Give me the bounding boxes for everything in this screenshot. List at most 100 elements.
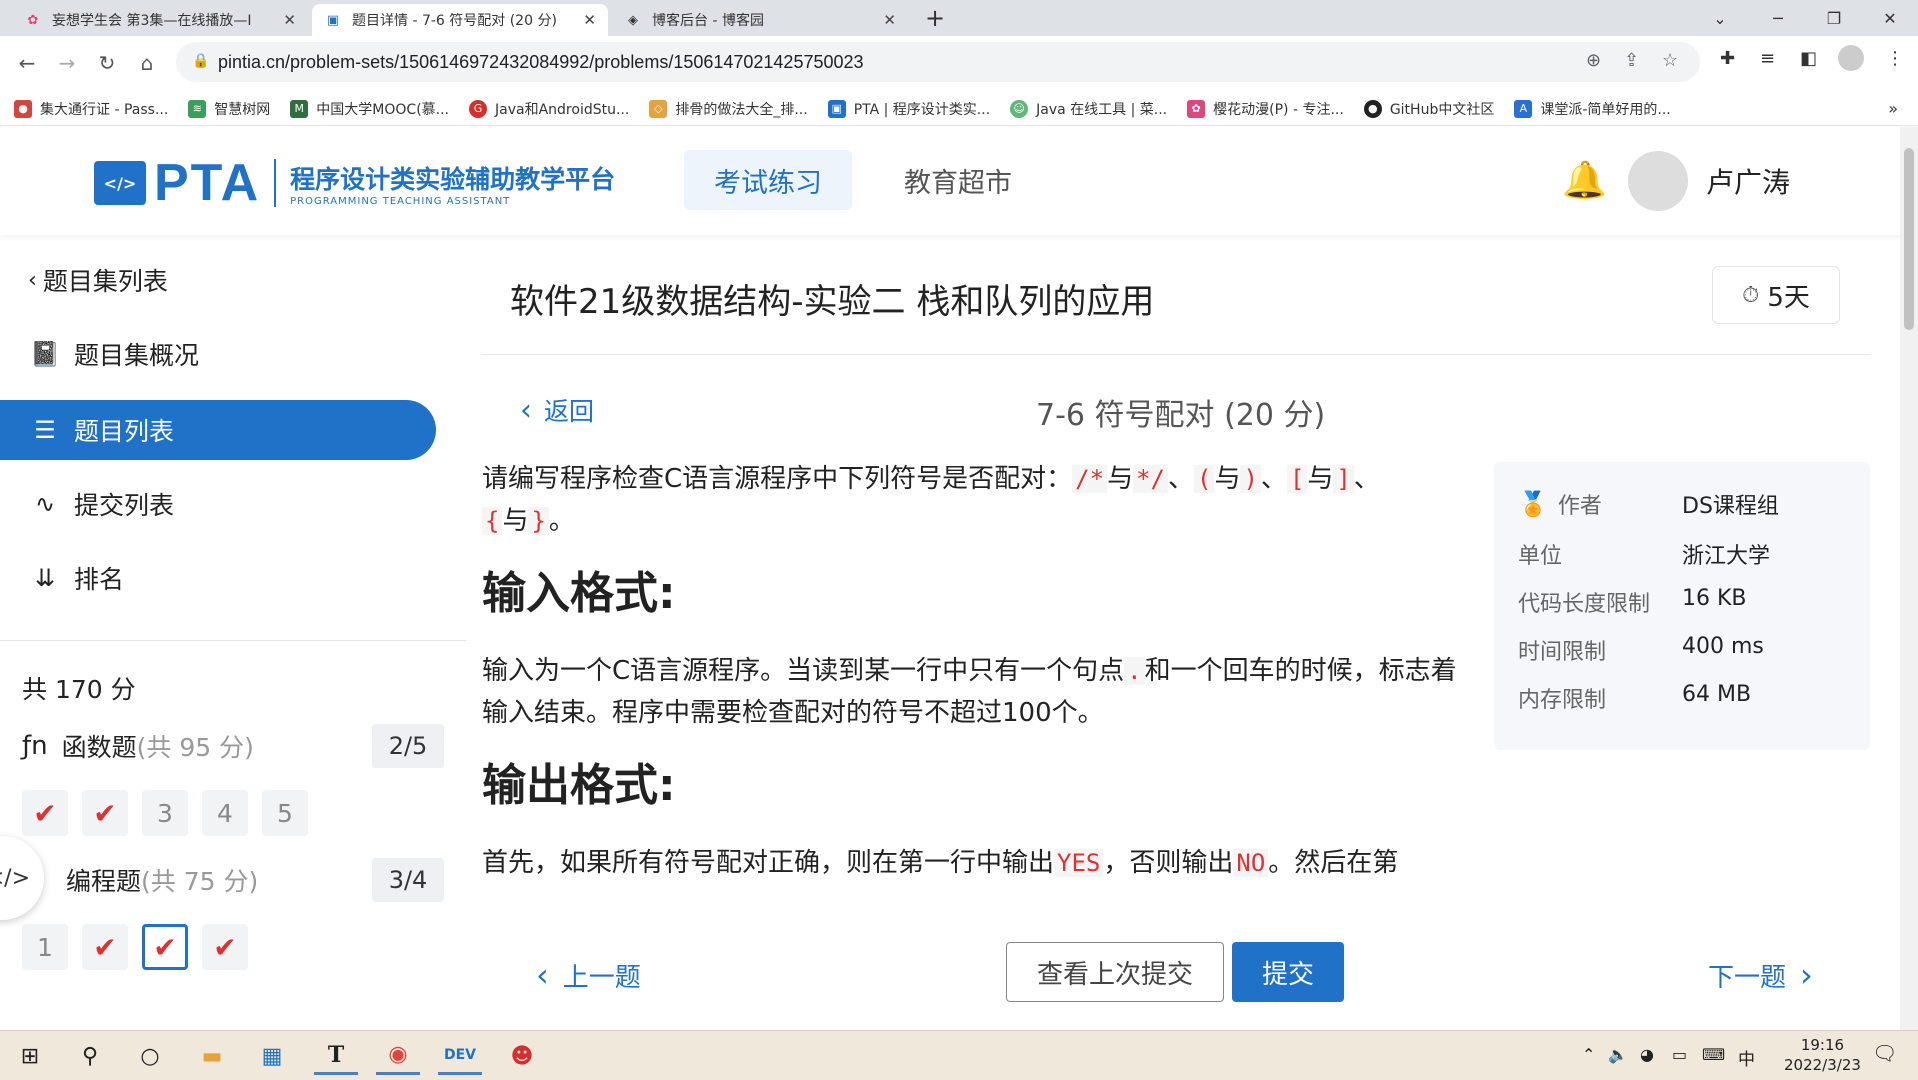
task-view-icon[interactable]: ○: [128, 1037, 172, 1075]
extensions-icon[interactable]: ✚: [1720, 48, 1735, 69]
side-panel-icon[interactable]: ◧: [1800, 48, 1817, 69]
info-label: 代码长度限制: [1518, 592, 1651, 617]
bookmark[interactable]: ≋ 智慧树网: [188, 99, 270, 119]
devcpp-icon[interactable]: DEV: [438, 1037, 482, 1075]
logo-divider: [274, 159, 277, 207]
home-icon[interactable]: ⌂: [130, 46, 164, 80]
browser-tab[interactable]: ✿ 妄想学生会 第3集—在线播放—I ✕: [12, 4, 308, 36]
url-text: pintia.cn/problem-sets/15061469724320849…: [218, 51, 864, 72]
address-bar[interactable]: 🔒 pintia.cn/problem-sets/150614697243208…: [176, 42, 1700, 82]
code-inline: NO: [1233, 849, 1269, 877]
submit-button[interactable]: 提交: [1232, 942, 1344, 1002]
question-cell[interactable]: ✔: [202, 924, 248, 970]
question-cell[interactable]: 4: [202, 790, 248, 836]
search-icon[interactable]: ⚲: [68, 1037, 112, 1075]
bookmark[interactable]: ▣ PTA | 程序设计类实...: [827, 99, 991, 119]
group-label: 函数题: [61, 733, 137, 762]
keyboard-icon[interactable]: ⌨: [1702, 1045, 1725, 1064]
star-icon[interactable]: ☆: [1662, 50, 1678, 71]
ime-indicator[interactable]: 中: [1738, 1045, 1755, 1070]
tab-search-icon[interactable]: ⌄: [1692, 0, 1748, 36]
sidebar-item-submissions[interactable]: ∿ 提交列表: [0, 474, 436, 534]
question-cell[interactable]: ✔: [82, 790, 128, 836]
windows-start-icon[interactable]: ⊞: [8, 1037, 52, 1075]
zoom-icon[interactable]: ⊕: [1586, 50, 1601, 71]
app-icon[interactable]: ☻: [500, 1037, 544, 1075]
system-clock[interactable]: 19:16 2022/3/23: [1784, 1035, 1861, 1075]
output-text: ，否则输出: [1103, 848, 1234, 878]
info-value: 64 MB: [1682, 682, 1752, 707]
question-cell[interactable]: 5: [262, 790, 308, 836]
sidebar-item-ranking[interactable]: ⇊ 排名: [0, 548, 436, 608]
question-cell-current[interactable]: ✔: [142, 924, 188, 970]
browser-tab-active[interactable]: ▣ 题目详情 - 7-6 符号配对 (20 分) ✕: [312, 4, 608, 36]
bookmark[interactable]: ● GitHub中文社区: [1363, 99, 1495, 119]
close-icon[interactable]: ✕: [283, 11, 296, 29]
calculator-icon[interactable]: ▦: [250, 1037, 294, 1075]
bookmarks-more[interactable]: »: [1888, 99, 1898, 118]
volume-icon[interactable]: 🔈: [1608, 1045, 1628, 1064]
next-problem-button[interactable]: 下一题 ›: [1708, 956, 1813, 994]
chevron-right-icon: ›: [1800, 956, 1813, 994]
bell-icon[interactable]: 🔔: [1562, 159, 1607, 201]
qq-icon[interactable]: ◕: [1640, 1045, 1654, 1064]
typora-icon[interactable]: T: [314, 1037, 358, 1075]
close-icon[interactable]: ✕: [583, 11, 596, 29]
new-tab-button[interactable]: +: [910, 0, 960, 36]
bookmark[interactable]: ◇ 排骨的做法大全_排...: [649, 99, 808, 119]
profile-icon[interactable]: [1838, 45, 1864, 71]
nav-edu-market[interactable]: 教育超市: [874, 150, 1042, 210]
function-icon: ƒn: [22, 731, 48, 761]
media-icon[interactable]: ≡: [1760, 48, 1775, 69]
bookmark[interactable]: A 课堂派-简单好用的...: [1514, 99, 1671, 119]
back-arrow-icon[interactable]: ←: [10, 46, 44, 80]
bookmark-label: PTA | 程序设计类实...: [853, 101, 991, 118]
browser-tab[interactable]: ◈ 博客后台 - 博客园 ✕: [612, 4, 908, 36]
question-cell[interactable]: ✔: [22, 790, 68, 836]
file-explorer-icon[interactable]: ▬: [190, 1037, 234, 1075]
bookmark-icon: ≋: [188, 99, 207, 118]
bookmark-label: GitHub中文社区: [1389, 101, 1495, 118]
bookmark[interactable]: M 中国大学MOOC(慕...: [290, 99, 449, 119]
scrollbar-thumb[interactable]: [1904, 148, 1914, 330]
question-cell[interactable]: 1: [22, 924, 68, 970]
nav-exam-practice[interactable]: 考试练习: [684, 150, 852, 210]
user-name[interactable]: 卢广涛: [1706, 161, 1790, 201]
prev-problem-button[interactable]: ‹ 上一题: [536, 956, 641, 994]
chrome-icon[interactable]: ◉: [376, 1037, 420, 1075]
sidebar-item-problem-list[interactable]: ☰ 题目列表: [0, 400, 436, 460]
minimize-icon[interactable]: ─: [1750, 0, 1806, 36]
reload-icon[interactable]: ↻: [90, 46, 124, 80]
code-inline: */: [1133, 465, 1168, 493]
output-paragraph: 首先，如果所有符号配对正确，则在第一行中输出 YES ，否则输出 NO 。然后在第: [482, 842, 1458, 884]
github-icon: ●: [1363, 99, 1382, 118]
bookmark[interactable]: G Java和AndroidStu...: [469, 99, 629, 119]
group-progress: 3/4: [372, 858, 444, 902]
notification-icon[interactable]: 🗨: [1872, 1041, 1897, 1065]
question-cell[interactable]: 3: [142, 790, 188, 836]
info-value: 浙江大学: [1682, 544, 1771, 569]
tray-chevron-icon[interactable]: ⌃: [1582, 1045, 1595, 1064]
bookmark[interactable]: ● 集大通行证 - Pass...: [14, 99, 168, 119]
input-paragraph: 输入为一个C语言源程序。当读到某一行中只有一个句点. 和一个回车的时候，标志着输入…: [482, 650, 1458, 734]
avatar[interactable]: [1628, 151, 1688, 211]
window-close-icon[interactable]: ✕: [1862, 0, 1918, 36]
close-icon[interactable]: ✕: [883, 11, 896, 29]
bookmark[interactable]: ☺ Java 在线工具 | 菜...: [1010, 99, 1167, 119]
sidebar-back-link[interactable]: ‹ 题目集列表: [28, 262, 168, 298]
sidebar-item-overview[interactable]: 📓 题目集概况: [0, 324, 436, 384]
last-submission-button[interactable]: 查看上次提交: [1006, 942, 1224, 1002]
menu-icon[interactable]: ⋮: [1886, 48, 1904, 69]
pta-logo[interactable]: </> PTA 程序设计类实验辅助教学平台 PROGRAMMING TEACHI…: [94, 153, 615, 213]
back-link[interactable]: ‹ 返回: [520, 392, 594, 428]
bookmark[interactable]: ✿ 樱花动漫(P) - 专注...: [1187, 99, 1344, 119]
bookmarks-bar: ● 集大通行证 - Pass... ≋ 智慧树网 M 中国大学MOOC(慕... GJ…: [0, 92, 1918, 126]
restore-icon[interactable]: ❐: [1806, 0, 1862, 36]
question-cell[interactable]: ✔: [82, 924, 128, 970]
floating-feedback-button[interactable]: </>: [0, 836, 44, 920]
share-icon[interactable]: ⇪: [1624, 50, 1639, 71]
forward-arrow-icon[interactable]: →: [50, 46, 84, 80]
bookmark-label: 中国大学MOOC(慕...: [316, 101, 450, 118]
battery-icon[interactable]: ▭: [1672, 1045, 1687, 1064]
tab-title: 题目详情 - 7-6 符号配对 (20 分): [352, 13, 557, 29]
